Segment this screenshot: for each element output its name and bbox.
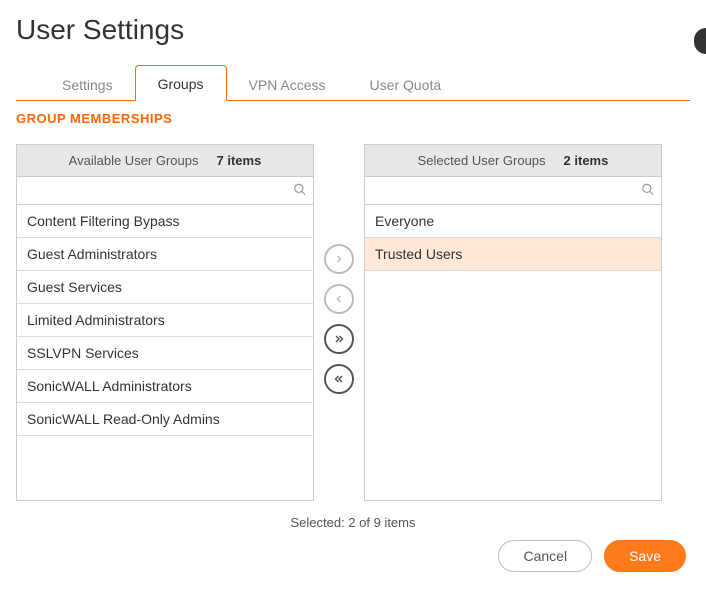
available-title: Available User Groups [69,153,199,168]
move-right-button[interactable] [324,244,354,274]
list-item[interactable]: Guest Administrators [17,238,313,271]
tab-vpn-access[interactable]: VPN Access [227,67,348,101]
selected-count: 2 items [564,153,609,168]
save-button[interactable]: Save [604,540,686,572]
list-item[interactable]: SonicWALL Administrators [17,370,313,403]
move-left-button[interactable] [324,284,354,314]
list-item[interactable]: Trusted Users [365,238,661,271]
search-icon [293,182,307,199]
selected-list: EveryoneTrusted Users [365,205,661,500]
selected-header: Selected User Groups 2 items [365,145,661,177]
page-title: User Settings [16,14,690,46]
selected-search-row [365,177,661,205]
dual-list: Available User Groups 7 items Content Fi… [16,144,690,501]
move-all-left-button[interactable] [324,364,354,394]
search-icon [641,182,655,199]
available-panel: Available User Groups 7 items Content Fi… [16,144,314,501]
tab-settings[interactable]: Settings [40,67,135,101]
list-item[interactable]: SonicWALL Read-Only Admins [17,403,313,436]
help-icon[interactable] [694,28,706,54]
tab-user-quota[interactable]: User Quota [348,67,464,101]
section-title: GROUP MEMBERSHIPS [16,111,690,126]
available-search-input[interactable] [17,177,313,204]
transfer-arrows [324,244,354,394]
selected-title: Selected User Groups [418,153,546,168]
tabs: Settings Groups VPN Access User Quota [16,64,690,101]
footer: Cancel Save [16,540,690,572]
available-header: Available User Groups 7 items [17,145,313,177]
available-count: 7 items [217,153,262,168]
tab-groups[interactable]: Groups [135,65,227,101]
list-item[interactable]: Content Filtering Bypass [17,205,313,238]
selection-summary: Selected: 2 of 9 items [16,515,690,530]
selected-search-input[interactable] [365,177,661,204]
move-all-right-button[interactable] [324,324,354,354]
list-item[interactable]: Limited Administrators [17,304,313,337]
available-list: Content Filtering BypassGuest Administra… [17,205,313,500]
list-item[interactable]: Everyone [365,205,661,238]
selected-panel: Selected User Groups 2 items EveryoneTru… [364,144,662,501]
available-search-row [17,177,313,205]
cancel-button[interactable]: Cancel [498,540,592,572]
list-item[interactable]: SSLVPN Services [17,337,313,370]
list-item[interactable]: Guest Services [17,271,313,304]
